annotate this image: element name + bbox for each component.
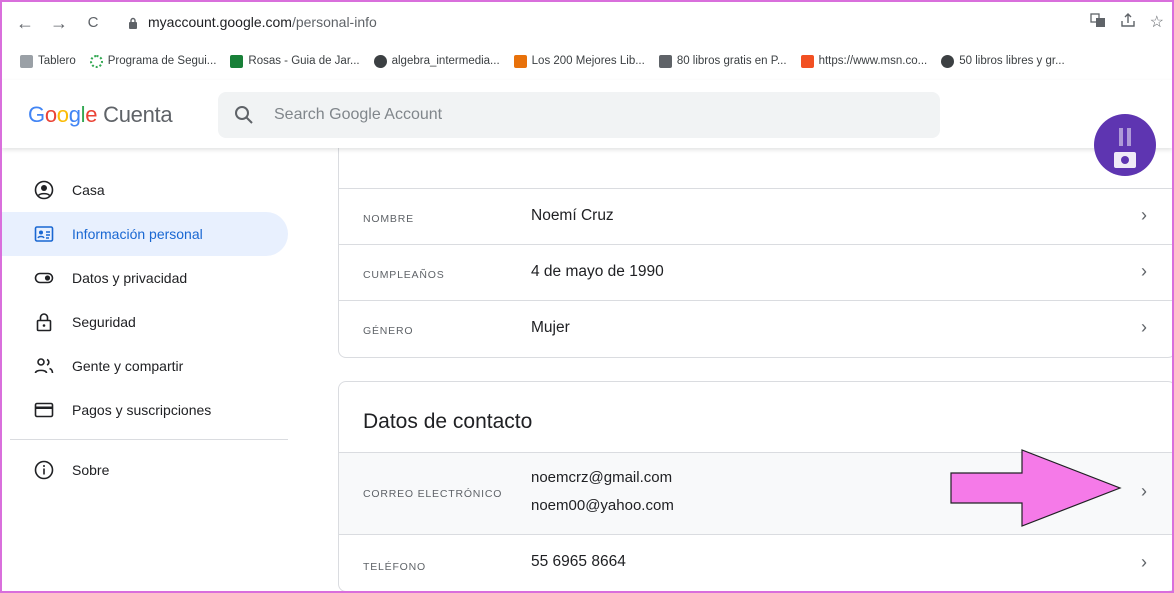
- search-box[interactable]: [218, 92, 940, 138]
- folder-icon: [20, 54, 33, 68]
- chevron-right-icon: ›: [1141, 317, 1147, 337]
- bookmark-label: 50 libros libres y gr...: [959, 55, 1065, 67]
- library-icon: [658, 54, 672, 68]
- search-input[interactable]: [274, 92, 874, 138]
- basic-info-card: NOMBRE Noemí Cruz › CUMPLEAÑOS 4 de mayo…: [338, 122, 1172, 358]
- product-name: Cuenta: [103, 102, 173, 127]
- row-label: CUMPLEAÑOS: [363, 269, 445, 281]
- search-icon[interactable]: [234, 105, 254, 125]
- sidebar-item-label: Pagos y suscripciones: [72, 402, 212, 418]
- info-icon: [34, 460, 54, 480]
- sidebar-item-label: Casa: [72, 182, 105, 198]
- name-value: Noemí Cruz: [531, 207, 614, 224]
- bookmark-item[interactable]: Rosas - Guia de Jar...: [230, 54, 360, 68]
- annotation-arrow: [950, 449, 1122, 527]
- card-title: Datos de contacto: [363, 410, 533, 433]
- chevron-right-icon: ›: [1141, 205, 1147, 225]
- bookmark-label: https://www.msn.co...: [818, 55, 928, 67]
- bookmark-item[interactable]: 80 libros gratis en P...: [658, 54, 787, 68]
- bookmark-label: Tablero: [38, 55, 76, 67]
- bookmark-label: 80 libros gratis en P...: [676, 55, 787, 67]
- email-primary: noemcrz@gmail.com: [531, 469, 673, 486]
- browser-toolbar: ← → C myaccount.google.com/personal-info…: [2, 2, 1172, 46]
- account-header: Google Cuenta: [2, 80, 1172, 148]
- dots-icon: [89, 54, 103, 68]
- address-bar[interactable]: myaccount.google.com/personal-info: [148, 14, 377, 30]
- url-path: /personal-info: [291, 14, 377, 30]
- id-card-icon: [34, 226, 54, 242]
- sidebar-item-datos-privacidad[interactable]: Datos y privacidad: [2, 256, 288, 300]
- sidebar-item-informacion-personal[interactable]: Información personal: [2, 212, 288, 256]
- sidebar-item-sobre[interactable]: Sobre: [2, 448, 288, 492]
- url-host: myaccount.google.com: [148, 14, 292, 30]
- bookmark-item[interactable]: Los 200 Mejores Lib...: [513, 54, 645, 68]
- chevron-right-icon: ›: [1141, 481, 1147, 501]
- leaf-icon: [230, 54, 244, 68]
- row-telefono[interactable]: TELÉFONO 55 6965 8664 ›: [339, 534, 1172, 591]
- globe-icon: [373, 54, 387, 68]
- email-secondary: noem00@yahoo.com: [531, 497, 674, 514]
- row-label: GÉNERO: [363, 325, 414, 337]
- bookmark-item[interactable]: algebra_intermedia...: [373, 54, 500, 68]
- sidebar-item-label: Seguridad: [72, 314, 136, 330]
- toggle-icon: [34, 272, 54, 284]
- lock-icon: [36, 313, 52, 332]
- sidebar-item-casa[interactable]: Casa: [2, 168, 288, 212]
- bookmark-label: Los 200 Mejores Lib...: [531, 55, 645, 67]
- book-icon: [513, 54, 527, 68]
- row-label: NOMBRE: [363, 213, 414, 225]
- google-cuenta-logo[interactable]: Google Cuenta: [28, 102, 173, 128]
- row-cumpleanos[interactable]: CUMPLEAÑOS 4 de mayo de 1990 ›: [339, 244, 1172, 300]
- avatar[interactable]: [1094, 114, 1156, 176]
- google-wordmark: Google: [28, 102, 98, 127]
- windows-icon: [800, 54, 814, 68]
- sidebar-item-pagos-suscripciones[interactable]: Pagos y suscripciones: [2, 388, 288, 432]
- sidebar-item-seguridad[interactable]: Seguridad: [2, 300, 288, 344]
- bookmarks-bar: Tablero Programa de Segui... Rosas - Guia …: [2, 46, 1172, 76]
- birthday-value: 4 de mayo de 1990: [531, 263, 664, 280]
- sidebar-nav: Casa Información personal Datos y privac…: [2, 148, 302, 591]
- row-genero[interactable]: GÉNERO Mujer ›: [339, 300, 1172, 357]
- forward-button[interactable]: →: [48, 12, 70, 34]
- bookmark-item[interactable]: 50 libros libres y gr...: [941, 54, 1065, 68]
- sidebar-item-label: Datos y privacidad: [72, 270, 188, 286]
- gender-value: Mujer: [531, 319, 570, 336]
- lock-icon[interactable]: [128, 17, 138, 29]
- screenshot-frame: ← → C myaccount.google.com/personal-info…: [0, 0, 1174, 593]
- sidebar-item-label: Sobre: [72, 462, 110, 478]
- people-icon: [34, 358, 54, 374]
- row-label: TELÉFONO: [363, 561, 426, 573]
- account-circle-icon: [34, 180, 54, 200]
- sidebar-item-label: Gente y compartir: [72, 358, 184, 374]
- globe-icon: [941, 54, 955, 68]
- bookmark-label: Rosas - Guia de Jar...: [248, 55, 360, 67]
- sidebar-item-gente-compartir[interactable]: Gente y compartir: [2, 344, 288, 388]
- sidebar-item-label: Información personal: [72, 226, 203, 242]
- share-icon[interactable]: [1120, 12, 1136, 28]
- translate-icon[interactable]: [1090, 12, 1106, 28]
- bookmark-star-icon[interactable]: ☆: [1150, 12, 1164, 32]
- camera-icon: [1114, 128, 1136, 168]
- chevron-right-icon: ›: [1141, 261, 1147, 281]
- row-label: CORREO ELECTRÓNICO: [363, 488, 503, 500]
- row-nombre[interactable]: NOMBRE Noemí Cruz ›: [339, 188, 1172, 244]
- phone-value: 55 6965 8664: [531, 553, 626, 570]
- credit-card-icon: [34, 402, 54, 418]
- bookmark-item[interactable]: Programa de Segui...: [89, 54, 217, 68]
- reload-button[interactable]: C: [82, 12, 104, 34]
- back-button[interactable]: ←: [14, 12, 36, 34]
- bookmark-label: algebra_intermedia...: [391, 55, 500, 67]
- bookmark-item[interactable]: Tablero: [20, 54, 76, 68]
- chevron-right-icon: ›: [1141, 552, 1147, 572]
- bookmark-label: Programa de Segui...: [107, 55, 217, 67]
- bookmark-item[interactable]: https://www.msn.co...: [800, 54, 928, 68]
- sidebar-divider: [10, 439, 288, 440]
